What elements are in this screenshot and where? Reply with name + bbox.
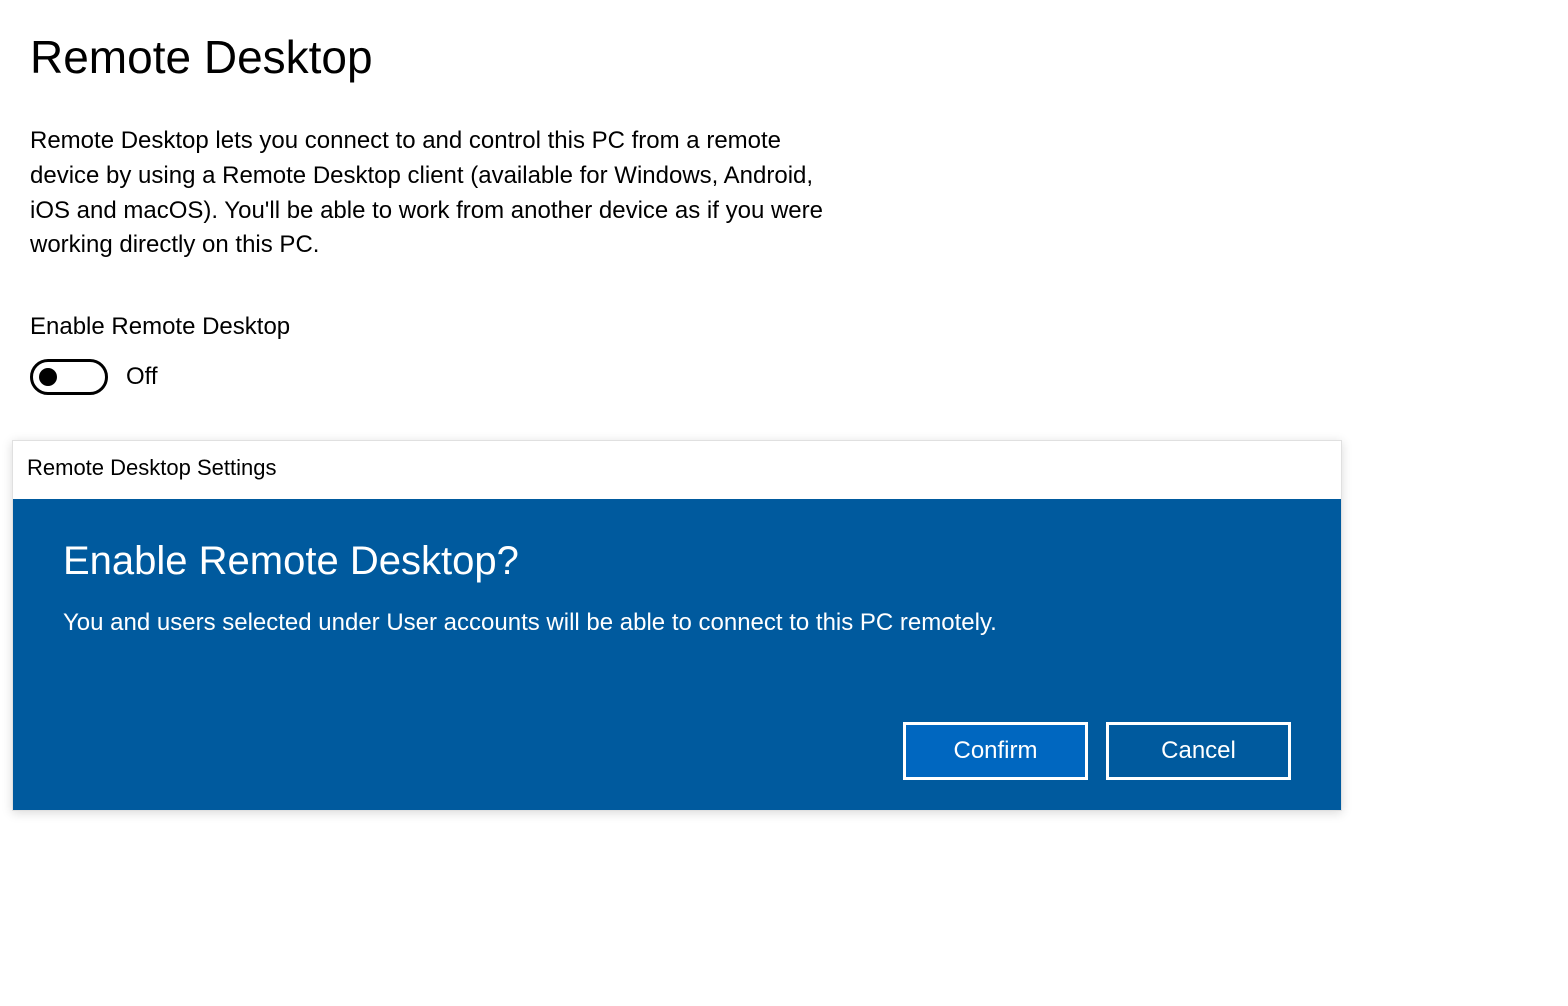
enable-remote-desktop-toggle[interactable]: [30, 359, 108, 395]
dialog-body: Enable Remote Desktop? You and users sel…: [13, 499, 1341, 810]
toggle-label: Enable Remote Desktop: [30, 313, 1538, 341]
dialog-button-row: Confirm Cancel: [63, 722, 1291, 780]
cancel-button[interactable]: Cancel: [1106, 722, 1291, 780]
remote-desktop-description: Remote Desktop lets you connect to and c…: [30, 124, 850, 263]
dialog-heading: Enable Remote Desktop?: [63, 539, 1291, 584]
dialog-text: You and users selected under User accoun…: [63, 609, 1291, 637]
toggle-knob-icon: [39, 368, 57, 386]
toggle-row: Off: [30, 359, 1538, 395]
confirm-button[interactable]: Confirm: [903, 722, 1088, 780]
confirmation-dialog: Remote Desktop Settings Enable Remote De…: [12, 440, 1342, 811]
toggle-state-text: Off: [126, 363, 158, 391]
page-title: Remote Desktop: [30, 30, 1538, 84]
dialog-titlebar: Remote Desktop Settings: [13, 441, 1341, 499]
